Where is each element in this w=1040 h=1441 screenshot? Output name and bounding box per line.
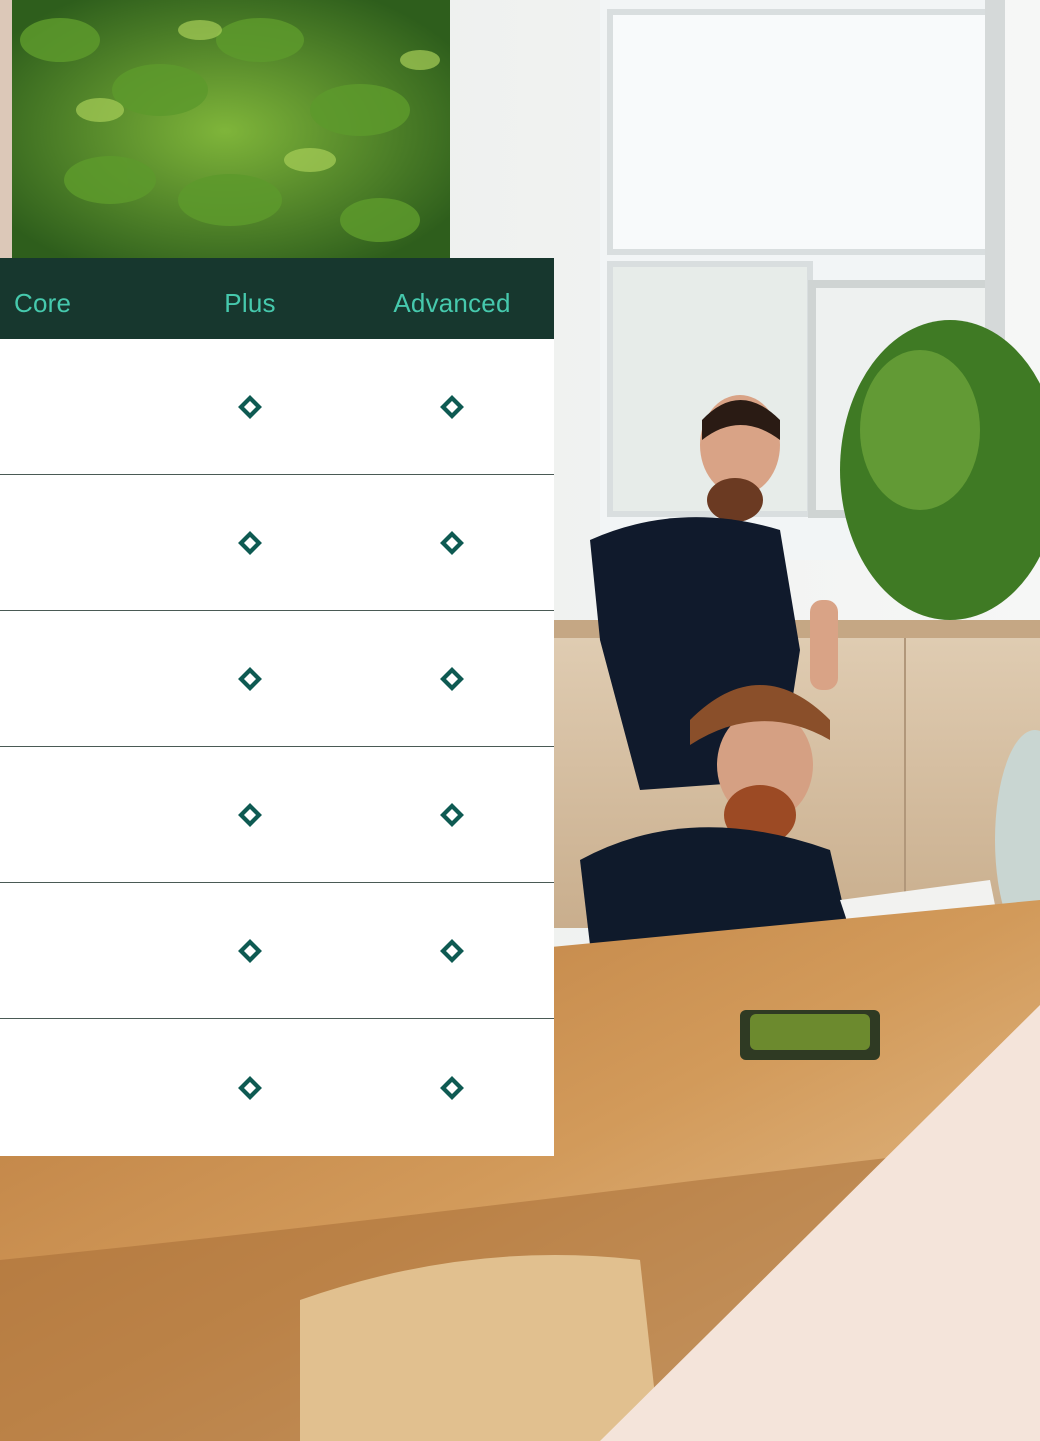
- table-row: [0, 475, 554, 611]
- cell-plus: [150, 475, 350, 610]
- diamond-check-icon: [440, 802, 464, 827]
- page: Core Plus Advanced: [0, 0, 1040, 1441]
- column-header-advanced: Advanced: [393, 288, 511, 318]
- table-body: [0, 339, 554, 1156]
- table-row: [0, 611, 554, 747]
- diamond-check-icon: [238, 530, 262, 555]
- diamond-check-icon: [238, 666, 262, 691]
- plan-comparison-table: Core Plus Advanced: [0, 258, 554, 1156]
- cell-core: [0, 611, 150, 746]
- cell-advanced: [352, 611, 552, 746]
- cell-plus: [150, 339, 350, 474]
- cell-advanced: [352, 475, 552, 610]
- diamond-check-icon: [238, 938, 262, 963]
- cell-advanced: [352, 339, 552, 474]
- diamond-check-icon: [440, 1075, 464, 1100]
- cell-core: [0, 339, 150, 474]
- cell-core: [0, 475, 150, 610]
- cell-plus: [150, 1019, 350, 1156]
- cell-advanced: [352, 883, 552, 1018]
- table-row: [0, 1019, 554, 1156]
- diamond-check-icon: [440, 394, 464, 419]
- cell-advanced: [352, 1019, 552, 1156]
- diamond-check-icon: [238, 394, 262, 419]
- table-row: [0, 339, 554, 475]
- diamond-check-icon: [238, 1075, 262, 1100]
- table-row: [0, 883, 554, 1019]
- diamond-check-icon: [238, 802, 262, 827]
- cell-plus: [150, 611, 350, 746]
- column-header-core: Core: [14, 288, 72, 318]
- cell-plus: [150, 883, 350, 1018]
- cell-plus: [150, 747, 350, 882]
- table-header: Core Plus Advanced: [0, 258, 554, 339]
- cell-core: [0, 747, 150, 882]
- diamond-check-icon: [440, 666, 464, 691]
- cell-core: [0, 1019, 150, 1156]
- cell-core: [0, 883, 150, 1018]
- cell-advanced: [352, 747, 552, 882]
- column-header-plus: Plus: [224, 288, 276, 318]
- diamond-check-icon: [440, 530, 464, 555]
- diamond-check-icon: [440, 938, 464, 963]
- table-row: [0, 747, 554, 883]
